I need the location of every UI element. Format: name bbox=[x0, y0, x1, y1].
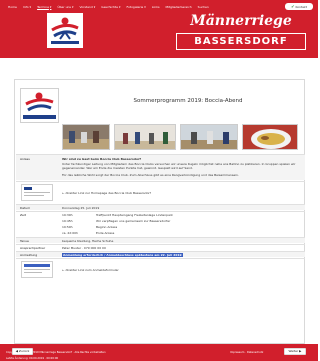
nav-item-vorstand[interactable]: Vorstand ▾ bbox=[79, 4, 95, 10]
next-button[interactable]: Weiter ▶ bbox=[284, 348, 306, 355]
page-root: Home Info ▾ Termine ▾ Über uns ▾ Vorstand ▾ … bbox=[0, 0, 318, 361]
nav-item-label: Über uns bbox=[57, 5, 71, 9]
nav-item-label: Mitgliederbereich bbox=[165, 5, 192, 9]
row-label: Datum bbox=[20, 206, 31, 210]
chevron-down-icon: ▾ bbox=[144, 5, 146, 9]
nav-item-label: Fotogalerie bbox=[126, 5, 144, 9]
info-row-anlass: Anlass Wir sind zu Gast beim Boccia Club… bbox=[16, 154, 305, 180]
boccia-site-thumbnail[interactable] bbox=[21, 184, 53, 201]
nav-item-label: Home bbox=[8, 5, 17, 9]
row-label: Zeit bbox=[20, 213, 26, 217]
chevron-down-icon: ▾ bbox=[49, 5, 52, 9]
gymnast-logo-icon bbox=[48, 14, 82, 47]
anmeldeformular-link[interactable]: ← direkter Link zum Anmeldeformular bbox=[62, 268, 302, 272]
photo-image bbox=[181, 125, 237, 149]
nav-item-suchen[interactable]: Suchen bbox=[198, 4, 209, 10]
info-row-anmeldung: Anmeldung Anmeldung erforderlich / Anmel… bbox=[16, 251, 305, 257]
back-button[interactable]: ◀ Zurück bbox=[12, 348, 33, 355]
event-photo[interactable] bbox=[62, 124, 110, 150]
photo-image bbox=[63, 125, 109, 149]
site-footer: Copyright © 1999 - 2019 Männerriege Bass… bbox=[0, 344, 318, 361]
nav-item-label: Vorstand bbox=[79, 5, 93, 9]
zeit-desc: Beginn Anlass bbox=[96, 225, 118, 229]
event-detail-panel: Sommerprogramm 2019: Boccia-Abend Anlass… bbox=[14, 79, 305, 344]
boccia-homepage-link[interactable]: ← direkter Link zur Homepage des Boccia … bbox=[62, 191, 302, 195]
nav-item-label: Suchen bbox=[197, 5, 209, 9]
zeit-time: 19:45h bbox=[62, 219, 73, 223]
nav-item-label: Info bbox=[22, 5, 29, 9]
tenue-value: bequeme Kleidung, flache Schuhe bbox=[62, 239, 114, 243]
chevron-down-icon: ▾ bbox=[71, 5, 74, 9]
photo-image bbox=[243, 125, 297, 149]
nav-item-geschichte[interactable]: Geschichte ▾ bbox=[101, 4, 120, 10]
zeit-time: 19:50h bbox=[62, 225, 73, 229]
info-row-zeit: Zeit 19:30h Treffpunkt Haupteingang Frei… bbox=[16, 211, 305, 236]
brand-wordmark-line1: Männerriege bbox=[190, 13, 292, 29]
contact-label: Kontakt bbox=[295, 4, 307, 9]
info-row-datum: Datum Donnerstag 25. Juli 2019 bbox=[16, 204, 305, 210]
thumbnail-image bbox=[22, 185, 52, 200]
nav-item-label: Termine bbox=[37, 5, 49, 9]
anlass-heading: Wir sind zu Gast beim Boccia Club Basser… bbox=[62, 157, 141, 161]
info-row-ansprechpartner: Ansprechpartner Peter Muster · 079 000 0… bbox=[16, 244, 305, 250]
event-logo bbox=[20, 88, 59, 123]
main-nav: Home Info ▾ Termine ▾ Über uns ▾ Vorstand ▾ … bbox=[8, 3, 209, 11]
anmeldung-value: Anmeldung erforderlich / Anmeldeschluss … bbox=[62, 253, 302, 257]
photo-strip bbox=[62, 124, 301, 150]
check-icon: ✔ bbox=[291, 3, 295, 9]
row-label: Anlass bbox=[20, 157, 30, 161]
row-label: Anmeldung bbox=[20, 253, 38, 257]
zeit-desc: Ende Anlass bbox=[96, 231, 115, 235]
club-logo[interactable] bbox=[47, 13, 83, 48]
brand-wordmark-line2: BASSERSDORF bbox=[176, 33, 306, 50]
zeit-time: ca. 22:00h bbox=[62, 231, 78, 235]
chevron-down-icon: ▾ bbox=[118, 5, 121, 9]
form-thumbnail[interactable] bbox=[21, 261, 53, 278]
site-header: Home Info ▾ Termine ▾ Über uns ▾ Vorstand ▾ … bbox=[0, 0, 318, 58]
logo-banner bbox=[23, 115, 56, 119]
nav-item-termine[interactable]: Termine ▾ bbox=[37, 4, 51, 10]
nav-item-label: Links bbox=[151, 5, 160, 9]
row-label: Ansprechpartner bbox=[20, 246, 46, 250]
footer-links[interactable]: Impressum · Datenschutz bbox=[230, 351, 263, 354]
thumbnail-image bbox=[22, 262, 52, 277]
anlass-text: Unter fachkundiger Leitung von Mitgliede… bbox=[62, 162, 296, 170]
nav-item-label: Geschichte bbox=[101, 5, 118, 9]
info-row-tenue: Tenue bequeme Kleidung, flache Schuhe bbox=[16, 237, 305, 243]
zeit-time: 19:30h bbox=[62, 213, 73, 217]
datum-value: Donnerstag 25. Juli 2019 bbox=[62, 206, 100, 210]
chevron-down-icon: ▾ bbox=[93, 5, 96, 9]
zeit-desc: Treffpunkt Haupteingang Freizeitanlage L… bbox=[96, 213, 173, 217]
anlass-text-2: Für das leibliche Wohl sorgt der Boccia … bbox=[62, 173, 239, 177]
footer-updated: Letzte Änderung: 00.00.2019 · 00:00:00 bbox=[6, 357, 59, 360]
nav-item-links[interactable]: Links bbox=[152, 4, 160, 10]
event-photo[interactable] bbox=[242, 124, 298, 150]
zeit-desc: Wir verpflegen uns gemeinsam zur Bassers… bbox=[96, 219, 171, 223]
chevron-down-icon: ▾ bbox=[29, 5, 32, 9]
nav-item-fotogalerie[interactable]: Fotogalerie ▾ bbox=[126, 4, 145, 10]
anmeldung-highlight: Anmeldung erforderlich / Anmeldeschluss … bbox=[62, 253, 183, 257]
nav-item-mitgliederbereich[interactable]: Mitgliederbereich bbox=[166, 4, 192, 10]
photo-image bbox=[115, 125, 175, 149]
info-row-link-form: ← direkter Link zum Anmeldeformular bbox=[16, 258, 305, 280]
event-title: Sommerprogramm 2019: Boccia-Abend bbox=[133, 98, 243, 104]
row-label: Tenue bbox=[20, 239, 29, 243]
event-photo[interactable] bbox=[114, 124, 176, 150]
nav-item-home[interactable]: Home bbox=[8, 4, 17, 10]
nav-item-info[interactable]: Info ▾ bbox=[23, 4, 31, 10]
contact-button[interactable]: ✔ Kontakt bbox=[285, 3, 313, 10]
nav-item-ueber-uns[interactable]: Über uns ▾ bbox=[57, 4, 73, 10]
info-row-link-boccia: ← direkter Link zur Homepage des Boccia … bbox=[16, 181, 305, 203]
event-photo[interactable] bbox=[180, 124, 238, 150]
ansprech-value: Peter Muster · 079 000 00 00 bbox=[62, 246, 106, 250]
